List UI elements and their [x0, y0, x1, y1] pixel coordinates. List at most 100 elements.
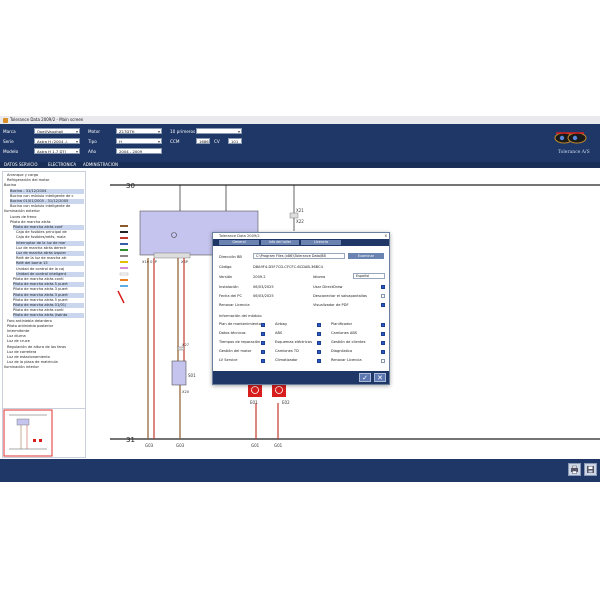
usar-checkbox[interactable]: [381, 285, 385, 289]
dir-input[interactable]: C:\Program Files (x86)\Tolerance Data\BB: [253, 253, 345, 259]
tab-general[interactable]: General: [219, 240, 259, 245]
module-checkbox[interactable]: [317, 349, 321, 354]
idioma-select[interactable]: Español: [353, 273, 385, 279]
code-label: Código: [219, 265, 232, 269]
window-title: Tolerance Data 2009/2 - Main screen: [10, 117, 84, 122]
logo-text: Tolerance A/S: [558, 150, 590, 155]
module-checkbox[interactable]: [261, 349, 265, 354]
dialog-tabs: General Info del taller Licencia: [213, 239, 389, 246]
idioma-label: Idioma: [313, 275, 326, 279]
lamp-e01[interactable]: [248, 383, 262, 397]
module-label: Plan de mantenimiento: [219, 322, 261, 326]
module-section-title: Información del módulo: [219, 314, 262, 318]
menu-administracion[interactable]: ADMINISTRACION: [83, 162, 118, 168]
serie-select[interactable]: Astra H (2004 -): [34, 138, 80, 144]
tab-info-taller[interactable]: Info del taller: [261, 240, 299, 245]
menu-datos-servicio[interactable]: DATOS SERVICIO: [4, 162, 38, 168]
tab-licencia[interactable]: Licencia: [301, 240, 341, 245]
module-label: ABS: [275, 331, 283, 335]
switch-s01-label: S01: [188, 373, 196, 378]
tipo-label: Tipo: [88, 139, 97, 144]
module-checkbox[interactable]: [317, 340, 321, 345]
main-menu: DATOS SERVICIO ELECTRONICA ADMINISTRACIO…: [0, 162, 600, 168]
motor-label: Motor: [88, 129, 101, 134]
module-label: Datos técnicos: [219, 331, 246, 335]
module-label: Gestión del motor: [219, 349, 252, 353]
desconectar-label: Desconectar el salvapantallas: [313, 294, 367, 298]
module-label: Tiempos de reparación: [219, 340, 261, 344]
module-checkbox[interactable]: [381, 340, 385, 345]
status-bar: [0, 459, 600, 482]
tree-item[interactable]: Iluminación interior: [4, 365, 84, 370]
settings-dialog: Tolerance Data 2009/2 x General Info del…: [212, 232, 390, 385]
module-checkbox[interactable]: [317, 331, 321, 336]
save-icon: [587, 466, 594, 473]
desconectar-checkbox[interactable]: [381, 294, 385, 298]
menu-electronica[interactable]: ELECTRONICA: [48, 162, 76, 168]
cancel-button[interactable]: ✕: [374, 373, 386, 382]
module-label: Climatizador: [275, 358, 298, 362]
diagram-marker: [117, 290, 125, 304]
module-checkbox[interactable]: [317, 358, 321, 363]
version-value: 2009.2: [253, 275, 266, 279]
primeros-label: 10 primeros: [170, 129, 196, 134]
cv-field: 101: [228, 138, 242, 144]
module-checkbox[interactable]: [381, 331, 385, 336]
switch-s01[interactable]: [171, 360, 187, 386]
primeros-select[interactable]: [196, 128, 242, 134]
connector-x10-label: X10 01P: [142, 260, 158, 264]
ano-field: 2004 - 2009: [116, 148, 162, 154]
ground-g01-label-a: G01: [251, 443, 260, 448]
modelo-select[interactable]: Astra H 1,7 DTI: [34, 148, 80, 154]
ground-g03-label-a: G03: [145, 443, 154, 448]
module-checkbox[interactable]: [381, 349, 385, 354]
ano-label: Año: [88, 149, 97, 154]
module-checkbox[interactable]: [261, 331, 265, 336]
module-checkbox[interactable]: [261, 322, 265, 327]
module-checkbox[interactable]: [381, 358, 385, 363]
marca-label: Marca: [3, 129, 16, 134]
module-checkbox[interactable]: [317, 322, 321, 327]
browse-button[interactable]: Examinar: [348, 253, 384, 259]
wire-color-legend: [119, 225, 129, 287]
window-titlebar: Tolerance Data 2009/2 - Main screen: [0, 116, 600, 124]
visualizador-checkbox[interactable]: [381, 303, 385, 307]
ok-button[interactable]: ✓: [359, 373, 371, 382]
ccm-label: CCM: [170, 139, 180, 144]
module-label: Esquemas eléctricos: [275, 340, 312, 344]
code-value: D8A9F4-D5F7CD-CFCFC-6CDAB-36BC4: [253, 265, 323, 269]
rail-top-label: 30: [126, 182, 135, 190]
print-icon: [571, 465, 578, 474]
module-checkbox[interactable]: [381, 322, 385, 327]
connector-x20-label: X20: [182, 390, 190, 394]
module-label: Planificador: [331, 322, 353, 326]
module-label: Renovar Licencia: [331, 358, 362, 362]
connector-x4p-label: X4P: [181, 260, 189, 264]
serie-label: Serie: [3, 139, 14, 144]
rail-bottom-label: 31: [126, 436, 135, 444]
ground-g01-label-b: G01: [274, 443, 283, 448]
lamp-e01-label: E01: [250, 400, 258, 405]
marca-select[interactable]: Opel/Vauxhall: [34, 128, 80, 134]
module-checkbox[interactable]: [261, 358, 265, 363]
connector-x22-label: X22: [296, 219, 304, 224]
usar-label: Usar DirectDraw: [313, 285, 343, 289]
save-button[interactable]: [584, 463, 597, 476]
vehicle-selector-header: Marca Opel/Vauxhall Serie Astra H (2004 …: [0, 124, 600, 162]
print-button[interactable]: [568, 463, 581, 476]
renew-label: Renovar Licencia: [219, 303, 250, 307]
connector-x21-label: X21: [296, 208, 304, 213]
diagram-thumbnail[interactable]: [2, 408, 86, 458]
module-label: Diagnóstico: [331, 349, 353, 353]
dir-label: Dirección BB: [219, 255, 242, 259]
lamp-e02[interactable]: [272, 383, 286, 397]
tipo-select[interactable]: H: [116, 138, 162, 144]
connector-x27-label: X27: [182, 343, 189, 347]
motor-select[interactable]: Z17DTH: [116, 128, 162, 134]
module-label: Camiones TD: [275, 349, 299, 353]
app-icon: [3, 117, 8, 123]
module-checkbox[interactable]: [261, 340, 265, 345]
modelo-label: Modelo: [3, 149, 19, 154]
ground-g03-label-b: G03: [176, 443, 185, 448]
module-label: Gestión de clientes: [331, 340, 366, 344]
